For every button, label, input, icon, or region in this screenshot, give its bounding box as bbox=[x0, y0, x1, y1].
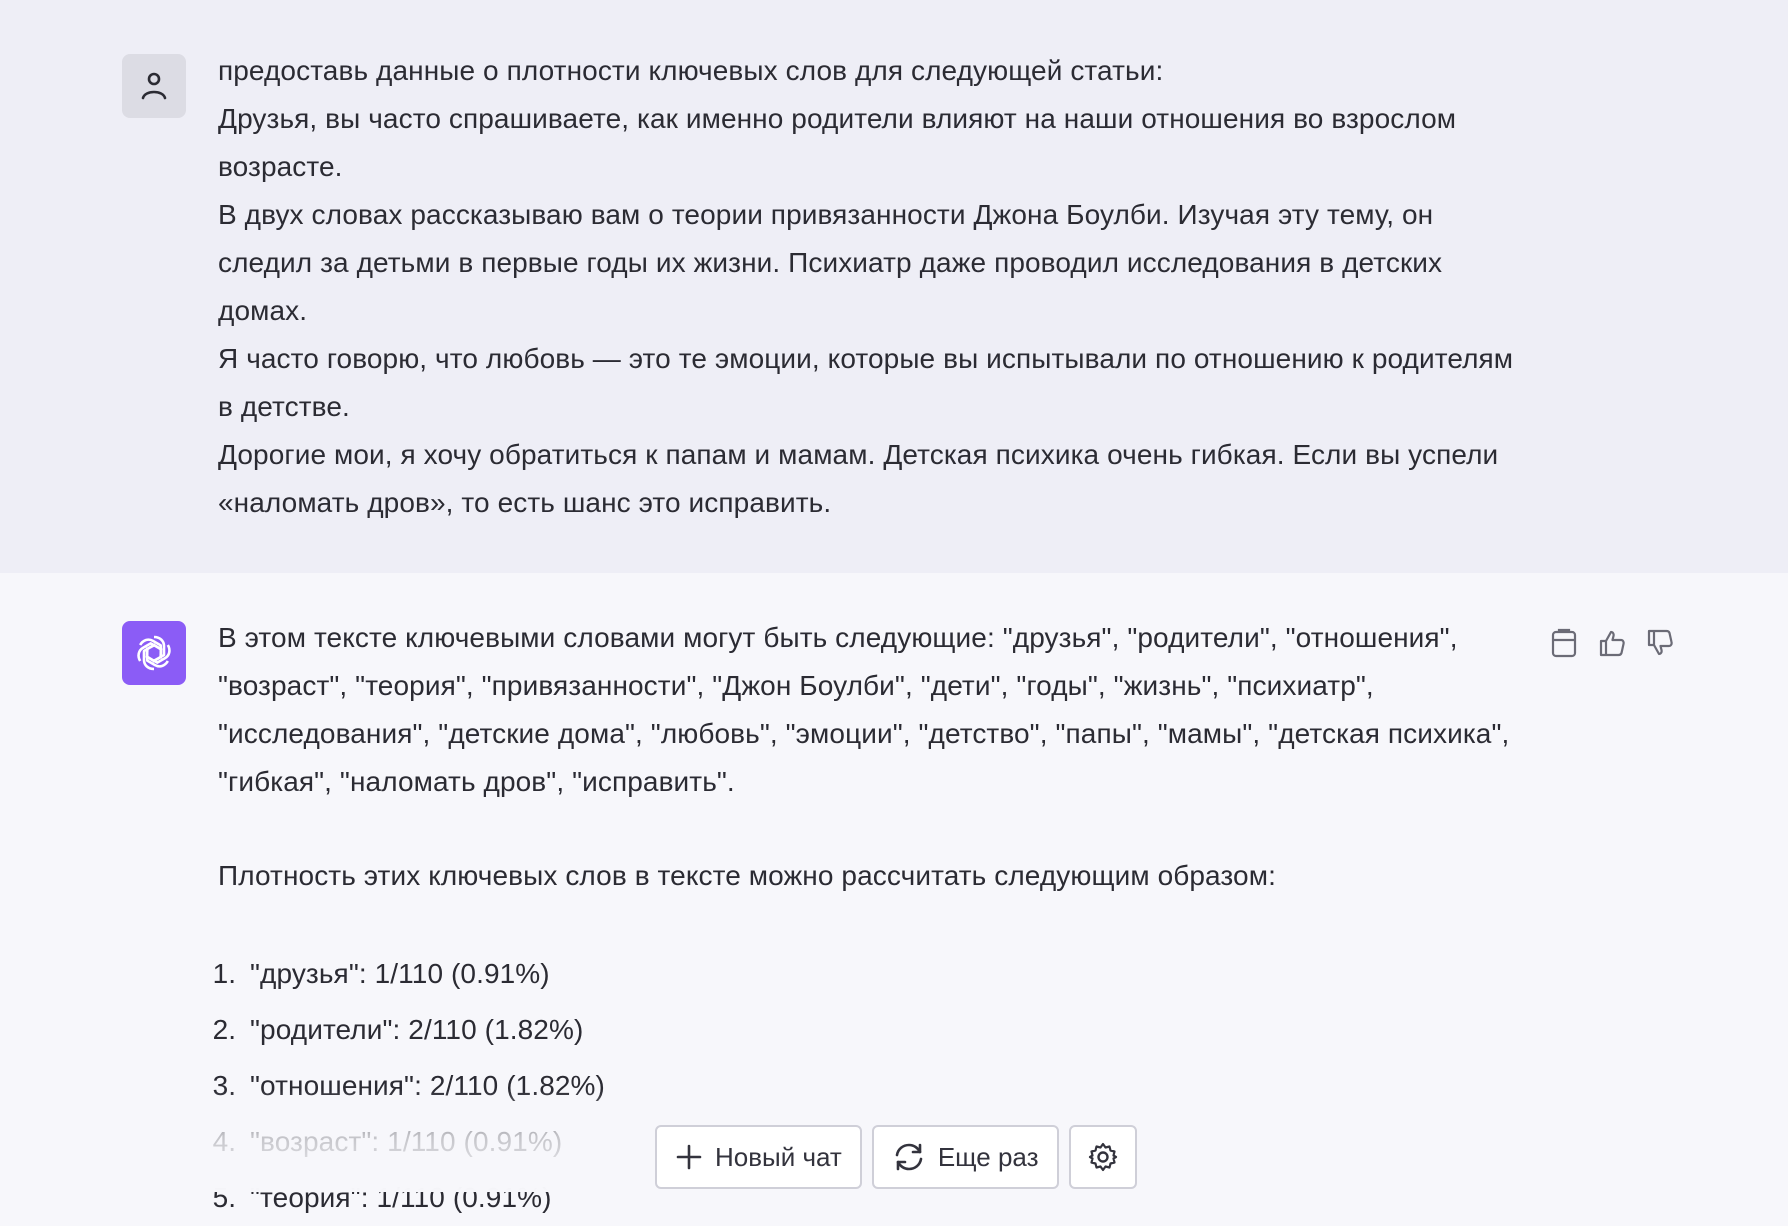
user-paragraph: предоставь данные о плотности ключевых с… bbox=[218, 55, 1164, 86]
gear-icon bbox=[1088, 1142, 1117, 1172]
list-item: "друзья": 1/110 (0.91%) bbox=[244, 946, 1518, 1002]
regenerate-button[interactable]: Еще раз bbox=[871, 1125, 1059, 1189]
bottom-toolbar: Новый чат Еще раз bbox=[655, 1125, 1137, 1189]
user-message: предоставь данные о плотности ключевых с… bbox=[0, 0, 1788, 573]
refresh-icon bbox=[895, 1143, 923, 1171]
user-paragraph: Дорогие мои, я хочу обратиться к папам и… bbox=[218, 439, 1499, 518]
like-button[interactable] bbox=[1596, 625, 1628, 661]
regenerate-label: Еще раз bbox=[937, 1141, 1039, 1172]
new-chat-button[interactable]: Новый чат bbox=[655, 1125, 862, 1189]
assistant-avatar bbox=[122, 621, 186, 685]
user-paragraph: Друзья, вы часто спрашиваете, как именно… bbox=[218, 103, 1457, 182]
user-avatar bbox=[122, 54, 186, 118]
copy-button[interactable] bbox=[1548, 625, 1580, 661]
settings-button[interactable] bbox=[1068, 1125, 1137, 1189]
message-actions bbox=[1548, 625, 1676, 661]
list-item: "отношения": 2/110 (1.82%) bbox=[244, 1058, 1518, 1114]
user-message-text: предоставь данные о плотности ключевых с… bbox=[218, 47, 1518, 527]
assistant-keywords-paragraph: В этом тексте ключевыми словами могут бы… bbox=[218, 622, 1510, 797]
list-item: "родители": 2/110 (1.82%) bbox=[244, 1002, 1518, 1058]
user-icon bbox=[141, 72, 167, 100]
plus-icon bbox=[676, 1144, 702, 1170]
openai-logo-icon bbox=[137, 635, 171, 671]
assistant-density-intro: Плотность этих ключевых слов в тексте мо… bbox=[218, 860, 1276, 891]
dislike-button[interactable] bbox=[1644, 625, 1676, 661]
new-chat-label: Новый чат bbox=[715, 1141, 842, 1172]
user-paragraph: Я часто говорю, что любовь — это те эмоц… bbox=[218, 343, 1514, 422]
thumbs-up-icon bbox=[1599, 630, 1625, 657]
assistant-message: В этом тексте ключевыми словами могут бы… bbox=[0, 573, 1788, 1213]
thumbs-down-icon bbox=[1647, 629, 1673, 656]
clipboard-icon bbox=[1551, 628, 1577, 658]
user-paragraph: В двух словах рассказываю вам о теории п… bbox=[218, 199, 1443, 326]
